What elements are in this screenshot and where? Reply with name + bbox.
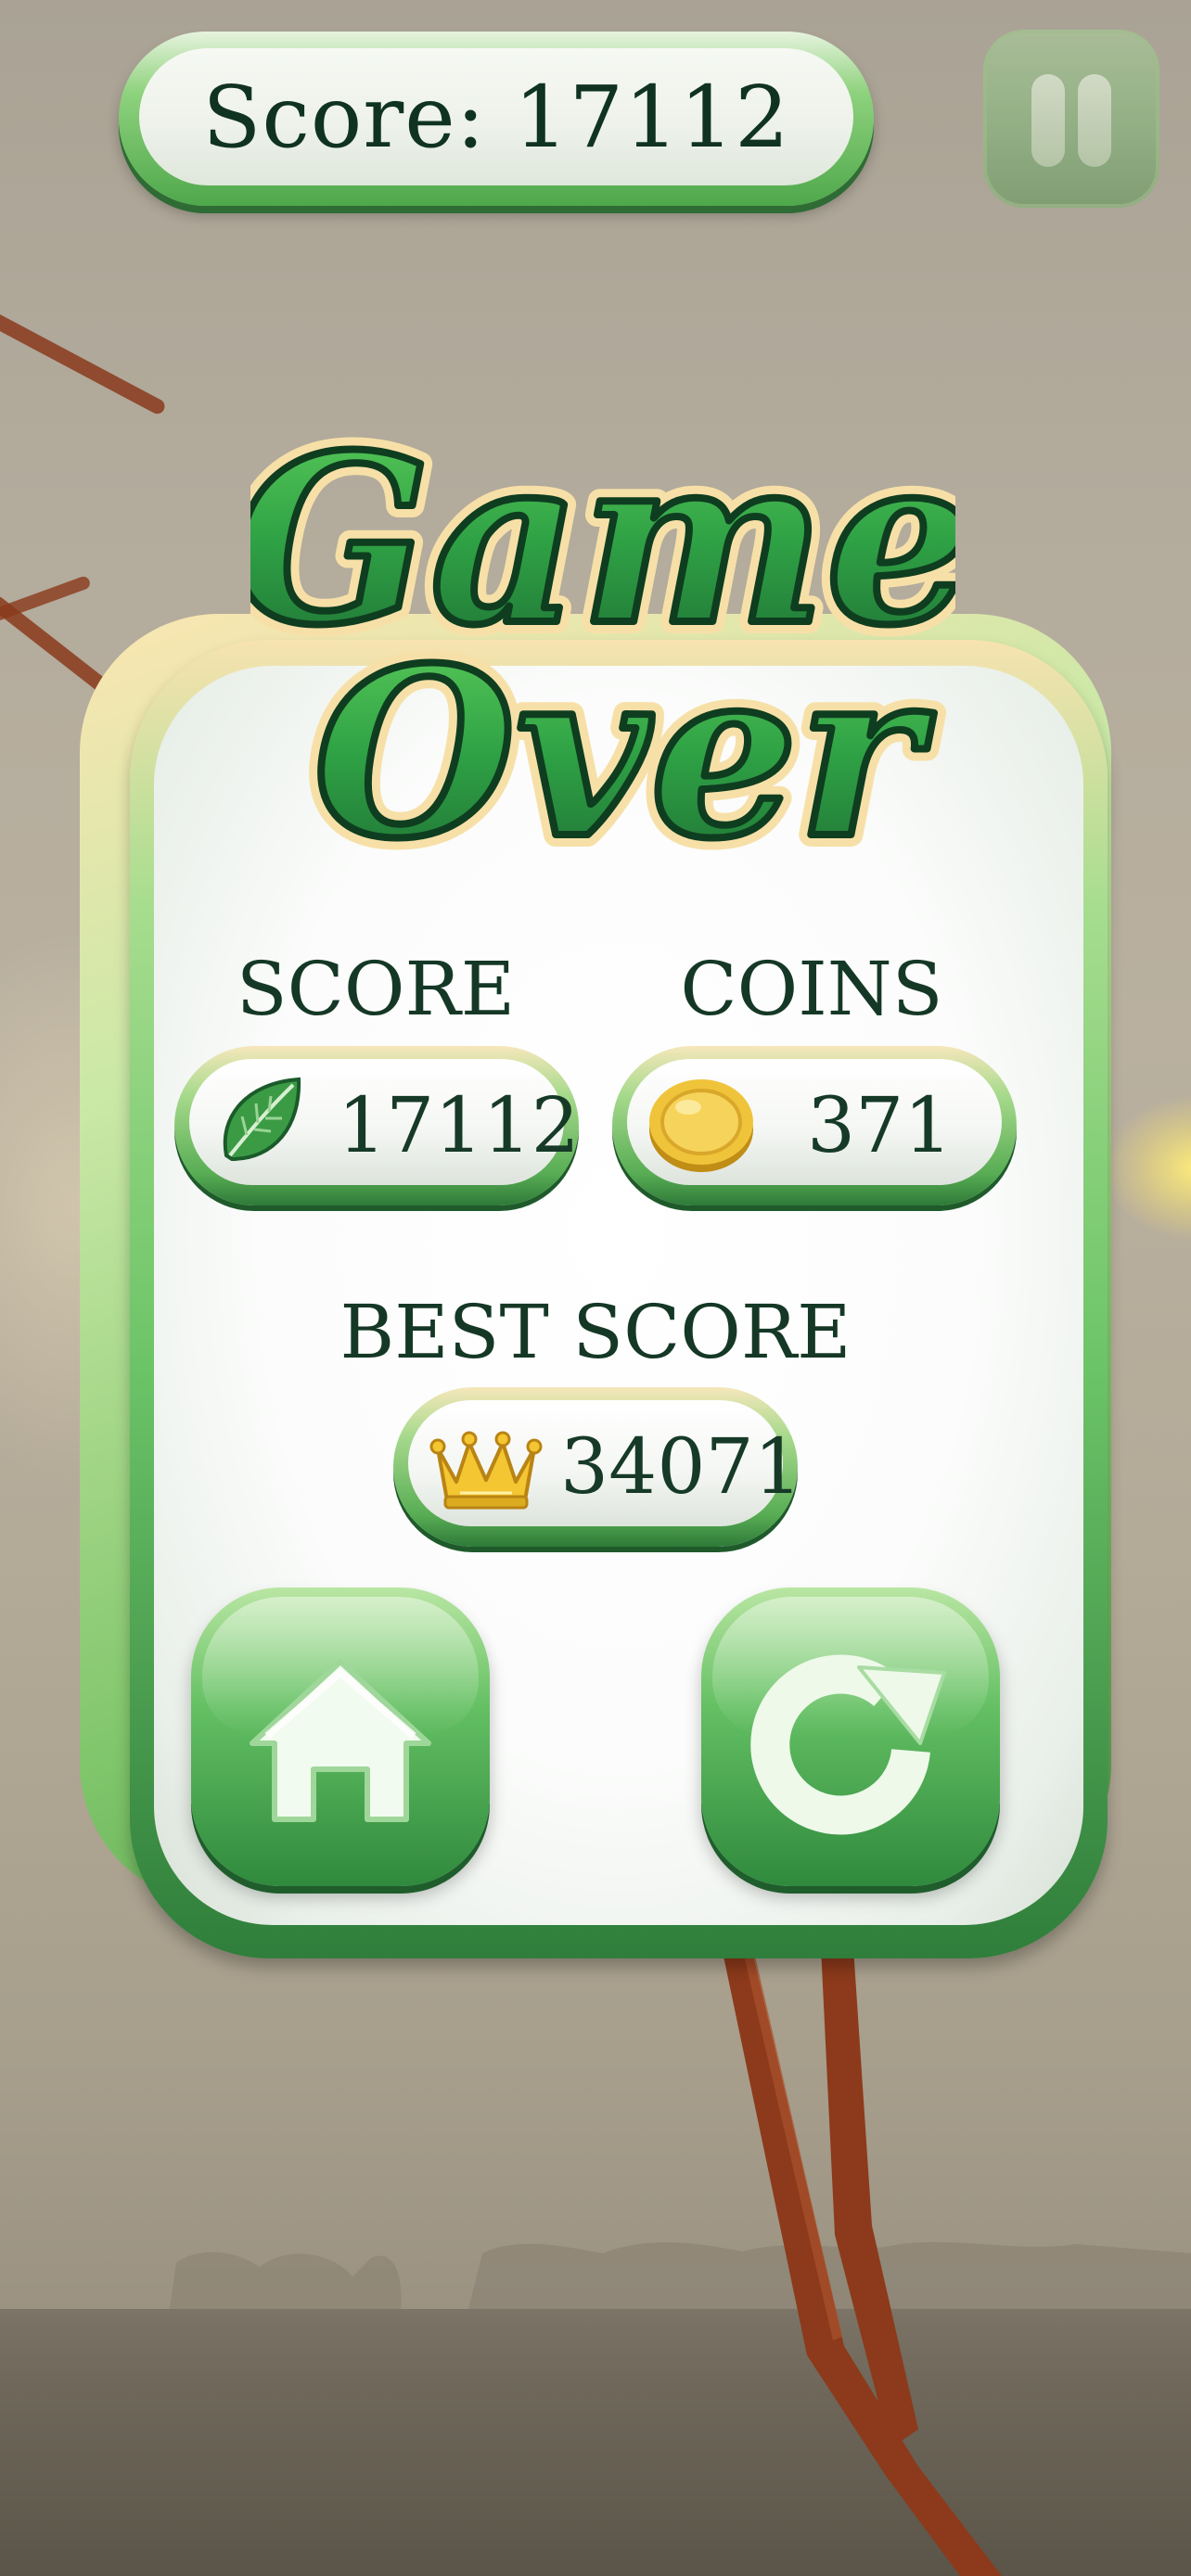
coins-pill: 371: [612, 1046, 1017, 1205]
hud-score-pill: Score: 17112: [119, 32, 874, 206]
coins-label: COINS: [680, 946, 943, 1032]
home-button[interactable]: [191, 1588, 490, 1886]
score-value: 17112: [338, 1081, 580, 1170]
restart-button[interactable]: [701, 1588, 1000, 1886]
best-score-label: BEST SCORE: [339, 1289, 852, 1375]
coins-value: 371: [807, 1081, 953, 1170]
home-icon: [250, 1659, 431, 1822]
pause-button[interactable]: [983, 30, 1159, 208]
best-score-pill: 34071: [393, 1387, 802, 1547]
restart-icon: [750, 1654, 946, 1835]
title-line2: Over: [314, 617, 934, 889]
background-branch: [0, 302, 168, 417]
foreground-branch: [722, 1947, 1002, 2576]
score-label: SCORE: [236, 946, 516, 1032]
sun-glow: [1104, 1094, 1191, 1243]
crown-icon: [429, 1431, 543, 1510]
coin-icon: [649, 1079, 753, 1172]
best-score-value: 34071: [560, 1422, 802, 1511]
hud-score-text: Score: 17112: [139, 48, 853, 185]
leaf-icon: [223, 1077, 301, 1162]
score-pill: 17112: [174, 1046, 580, 1205]
game-over-title: Game Game Over Over: [250, 408, 955, 890]
